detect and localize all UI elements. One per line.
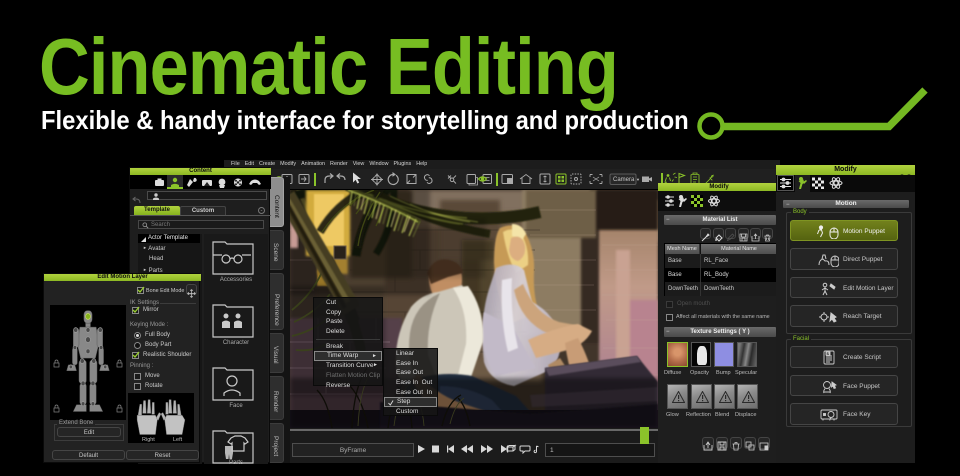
svg-text:Left: Left (173, 437, 183, 443)
svg-text:Right: Right (142, 437, 155, 443)
